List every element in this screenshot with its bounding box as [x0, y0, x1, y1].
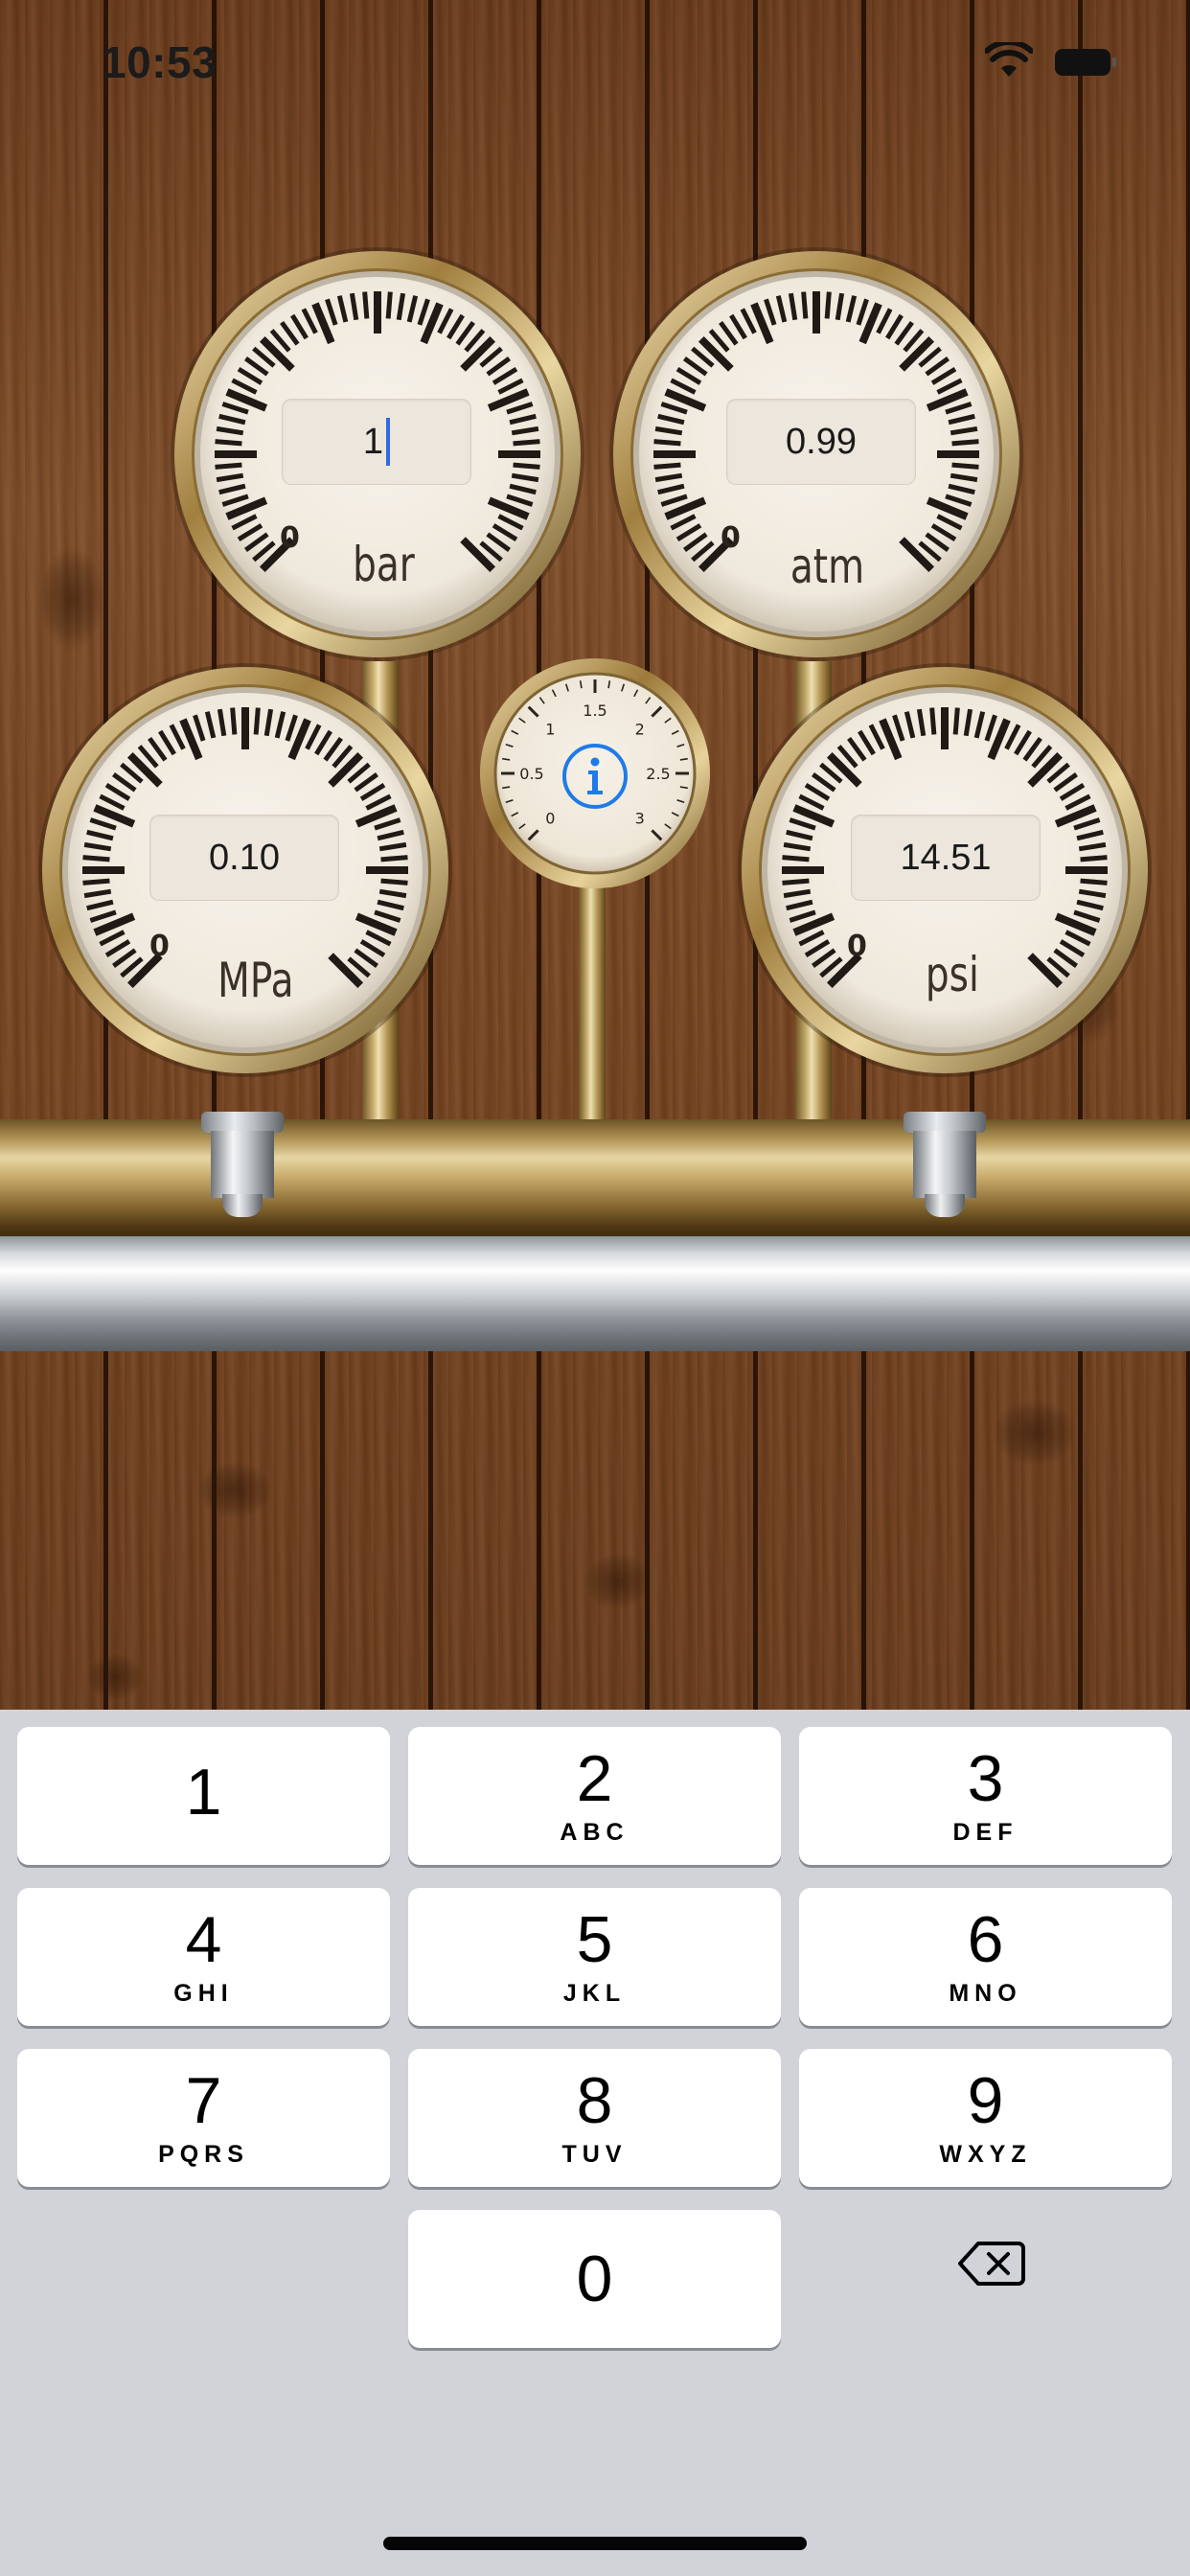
brass-pipe: [0, 1119, 1190, 1239]
key-4[interactable]: 4 GHI: [17, 1888, 390, 2026]
key-letters: MNO: [949, 1979, 1022, 2007]
status-time: 10:53: [102, 37, 217, 87]
key-digit: 3: [967, 1741, 1004, 1815]
info-scale-label: 0.5: [519, 765, 543, 783]
key-letters: DEF: [952, 1818, 1018, 1846]
home-indicator: [383, 2537, 807, 2550]
numeric-keypad: 1 2 ABC 3 DEF 4 GHI 5 JKL 6 MNO 7 PQRS 8…: [0, 1710, 1190, 2576]
gauge-atm: 0.99 atm 0: [606, 243, 1027, 665]
atm-input[interactable]: 0.99: [726, 399, 916, 485]
info-scale-label: 1.5: [583, 702, 606, 720]
key-digit: 2: [576, 1741, 613, 1815]
key-9[interactable]: 9 WXYZ: [799, 2049, 1172, 2187]
mpa-input[interactable]: 0.10: [149, 815, 339, 901]
info-icon[interactable]: [560, 741, 630, 812]
key-digit: 6: [967, 1902, 1004, 1976]
key-3[interactable]: 3 DEF: [799, 1727, 1172, 1865]
key-1[interactable]: 1: [17, 1727, 390, 1865]
key-letters: JKL: [562, 1979, 627, 2007]
pipe-fitting-right: [904, 1112, 986, 1217]
key-7[interactable]: 7 PQRS: [17, 2049, 390, 2187]
key-2[interactable]: 2 ABC: [408, 1727, 781, 1865]
info-gauge[interactable]: 0 0.5 1 1.5 2 2.5 3: [476, 655, 714, 892]
pipe-fitting-left: [201, 1112, 284, 1217]
psi-input[interactable]: 14.51: [851, 815, 1041, 901]
delete-key[interactable]: [939, 2225, 1044, 2302]
key-letters: WXYZ: [939, 2140, 1032, 2168]
atm-zero-label: 0: [721, 521, 741, 555]
key-digit: 9: [967, 2063, 1004, 2137]
gauge-mpa: 0.10 MPa 0: [34, 659, 456, 1081]
gauge-stem-center: [579, 882, 606, 1131]
key-digit: 0: [576, 2242, 613, 2315]
psi-unit-label: psi: [925, 947, 979, 1002]
key-digit: 1: [185, 1756, 222, 1828]
info-scale-label: 2: [635, 720, 645, 738]
gauge-psi: 14.51 psi 0: [734, 659, 1156, 1081]
bar-zero-label: 0: [280, 521, 300, 555]
key-letters: TUV: [561, 2140, 628, 2168]
info-scale-label: 2.5: [646, 765, 670, 783]
psi-zero-label: 0: [847, 930, 867, 963]
gauge-bar: 1 bar 0: [167, 243, 588, 665]
key-digit: 5: [576, 1902, 613, 1976]
key-6[interactable]: 6 MNO: [799, 1888, 1172, 2026]
key-8[interactable]: 8 TUV: [408, 2049, 781, 2187]
text-cursor: [386, 418, 391, 466]
steel-pipe: [0, 1236, 1190, 1351]
bar-unit-label: bar: [353, 537, 415, 592]
battery-icon: [1055, 49, 1116, 76]
key-0[interactable]: 0: [408, 2210, 781, 2348]
key-digit: 4: [185, 1902, 222, 1976]
key-digit: 7: [185, 2063, 222, 2137]
bar-input[interactable]: 1: [282, 399, 471, 485]
info-scale-label: 1: [545, 720, 555, 738]
atm-unit-label: atm: [790, 539, 865, 594]
backspace-icon: [958, 2242, 1025, 2286]
mpa-zero-label: 0: [149, 930, 170, 963]
key-letters: GHI: [173, 1979, 234, 2007]
mpa-unit-label: MPa: [217, 953, 294, 1008]
info-scale-label: 3: [635, 810, 645, 828]
key-5[interactable]: 5 JKL: [408, 1888, 781, 2026]
wifi-icon: [985, 42, 1033, 77]
key-digit: 8: [576, 2063, 613, 2137]
key-letters: PQRS: [158, 2140, 249, 2168]
key-letters: ABC: [560, 1818, 629, 1846]
info-scale-label: 0: [545, 810, 555, 828]
